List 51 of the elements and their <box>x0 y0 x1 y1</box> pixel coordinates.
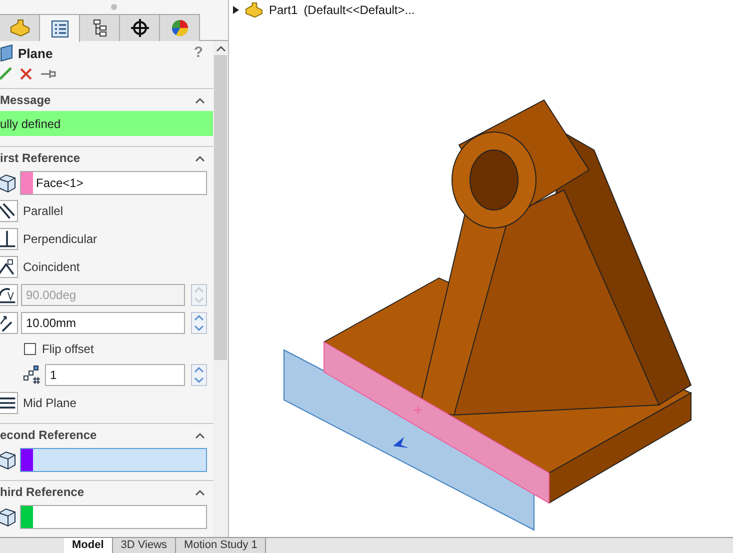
option-label[interactable]: Perpendicular <box>23 230 98 248</box>
pin-icon[interactable] <box>40 68 56 80</box>
view-tab[interactable]: Model <box>64 538 113 553</box>
spin-buttons[interactable] <box>191 312 207 334</box>
tree-item-config: (Default<<Default>... <box>304 2 415 19</box>
feature-title: Plane <box>18 44 53 63</box>
section-header[interactable]: econd Reference <box>0 426 97 444</box>
spin-buttons[interactable] <box>191 364 207 386</box>
checkbox[interactable] <box>24 343 36 355</box>
checkbox-label[interactable]: Flip offset <box>42 340 94 358</box>
reference-selection-field[interactable] <box>20 448 207 472</box>
number-field[interactable]: 1 <box>45 364 185 386</box>
grip-handle[interactable] <box>111 4 117 10</box>
cube-face-icon <box>0 450 17 470</box>
tree-item-label[interactable]: Part1 <box>269 1 298 19</box>
collapse-chevron-icon[interactable] <box>195 432 205 438</box>
number-field[interactable]: 10.00mm <box>21 312 185 334</box>
status-message: ully defined <box>0 111 213 136</box>
cube-face-icon <box>0 173 17 193</box>
property-list-icon <box>50 20 70 38</box>
plane-icon <box>0 44 14 62</box>
scrollbar-thumb[interactable] <box>214 55 227 360</box>
reference-value: Face<1> <box>36 175 84 192</box>
option-label[interactable]: Mid Plane <box>23 394 76 412</box>
panel-tab[interactable] <box>80 14 120 41</box>
expand-arrow-icon[interactable] <box>233 6 239 14</box>
confirm-check-icon[interactable] <box>0 66 12 81</box>
collapse-chevron-icon[interactable] <box>195 488 205 496</box>
collapse-chevron-icon[interactable] <box>216 44 226 52</box>
reference-selection-field[interactable] <box>20 505 207 529</box>
instances-icon <box>22 365 42 385</box>
option-label[interactable]: Parallel <box>23 202 64 220</box>
cancel-icon[interactable] <box>20 68 32 80</box>
section-header[interactable]: Message <box>0 91 51 109</box>
cube-face-icon <box>0 507 17 527</box>
part-icon <box>10 19 30 37</box>
section-header[interactable]: irst Reference <box>0 149 80 167</box>
reference-selection-field[interactable]: Face<1> <box>20 171 207 195</box>
view-tab[interactable]: Motion Study 1 <box>176 538 266 553</box>
collapse-chevron-icon[interactable] <box>195 154 205 162</box>
option-label[interactable]: Coincident <box>23 258 80 276</box>
section-header[interactable]: hird Reference <box>0 483 84 501</box>
collapse-chevron-icon[interactable] <box>195 96 205 104</box>
crosshair-icon <box>130 19 148 37</box>
scrollbar[interactable] <box>213 41 228 537</box>
view-tab[interactable]: 3D Views <box>112 538 176 553</box>
tree-icon <box>90 19 108 37</box>
color-ball-icon <box>170 19 188 37</box>
part-icon <box>245 2 263 18</box>
panel-tab[interactable] <box>40 14 80 42</box>
panel-tab[interactable] <box>120 14 160 41</box>
